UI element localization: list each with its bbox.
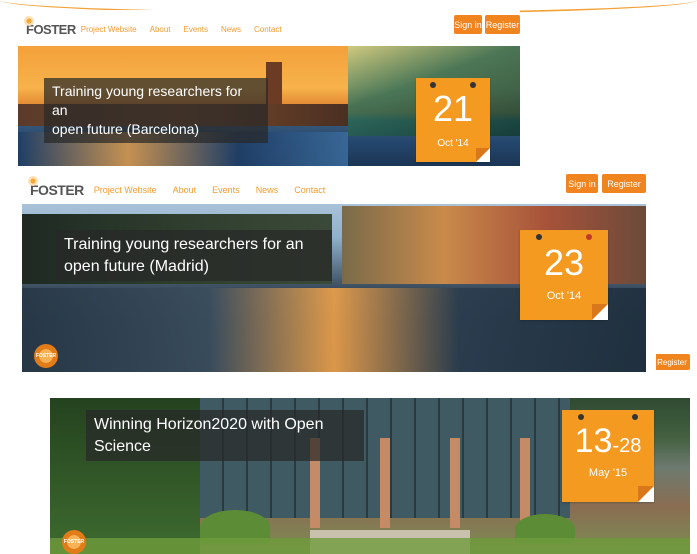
event-caption: Training young researchers for an open f… [44, 78, 268, 143]
event-day: 13-28 [562, 422, 654, 461]
event-month: May '15 [588, 467, 628, 479]
event-month: Oct '14 [546, 290, 582, 302]
top-nav: FOSTER Project Website About Events News… [28, 176, 325, 198]
signin-button[interactable]: Sign in [566, 174, 598, 193]
page-curl-icon [638, 486, 654, 502]
event-caption: Training young researchers for an open f… [56, 230, 332, 282]
event-date-tile: 23 Oct '14 [520, 230, 608, 320]
event-day: 21 [432, 88, 474, 129]
pin-icon [578, 414, 584, 420]
pin-icon [632, 414, 638, 420]
event-day-start: 13 [574, 422, 613, 460]
caption-line-2: open future (Madrid) [64, 257, 209, 275]
nav-link-news[interactable]: News [221, 25, 241, 34]
logo-sun-icon [28, 176, 38, 186]
nav-link-project-website[interactable]: Project Website [94, 185, 157, 195]
nav-link-news[interactable]: News [256, 185, 279, 195]
foster-badge-icon: FOSTER [62, 530, 86, 554]
event-date-tile: 13-28 May '15 [562, 410, 654, 502]
event-day-range: -28 [612, 435, 642, 457]
caption-line-1: Training young researchers for an [64, 236, 304, 253]
pin-icon [430, 82, 436, 88]
nav-link-about[interactable]: About [150, 25, 171, 34]
pin-icon [470, 82, 476, 88]
signin-button[interactable]: Sign in [454, 15, 482, 34]
page-curl-icon [476, 148, 490, 162]
nav-link-contact[interactable]: Contact [294, 185, 325, 195]
caption-line-1: Training young researchers for an [52, 83, 243, 118]
pin-icon [586, 234, 592, 240]
nav-link-about[interactable]: About [173, 185, 197, 195]
event-date-tile: 21 Oct '14 [416, 78, 490, 162]
nav-link-contact[interactable]: Contact [254, 25, 282, 34]
logo-text: FOSTER [30, 182, 84, 198]
nav-link-events[interactable]: Events [212, 185, 240, 195]
nav-link-events[interactable]: Events [184, 25, 208, 34]
foster-logo[interactable]: FOSTER [24, 16, 76, 37]
register-button[interactable]: Register [654, 354, 690, 370]
event-card-madrid: FOSTER Project Website About Events News… [10, 166, 656, 386]
event-card-barcelona: FOSTER Project Website About Events News… [18, 10, 520, 166]
caption-line-2: open future (Barcelona) [52, 120, 200, 137]
register-button[interactable]: Register [485, 15, 520, 34]
nav-link-project-website[interactable]: Project Website [81, 25, 137, 34]
event-caption: Winning Horizon2020 with Open Science [86, 410, 364, 462]
event-day: 23 [543, 242, 585, 283]
pin-icon [536, 234, 542, 240]
top-nav: FOSTER Project Website About Events News… [24, 16, 282, 37]
foster-badge-icon: FOSTER [34, 344, 58, 368]
caption-line-1: Winning Horizon2020 with Open [94, 416, 324, 433]
page-curl-icon [592, 304, 608, 320]
foster-logo[interactable]: FOSTER [28, 176, 84, 198]
register-button[interactable]: Register [602, 174, 646, 193]
logo-text: FOSTER [26, 22, 76, 37]
lawn-shape [50, 538, 690, 554]
caption-line-2: Science [94, 437, 151, 455]
logo-sun-icon [24, 16, 34, 26]
